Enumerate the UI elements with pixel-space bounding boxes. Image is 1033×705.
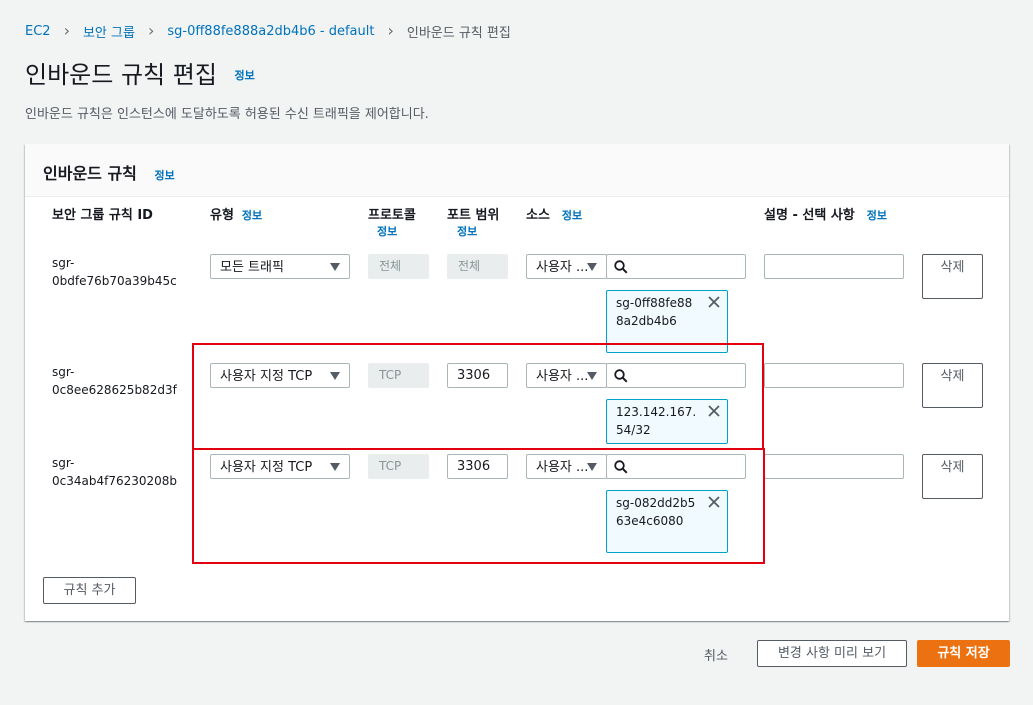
type-select-value: 모든 트래픽 [220, 260, 284, 275]
page-title: 인바운드 규칙 편집 [25, 61, 217, 89]
port-info-link[interactable]: 정보 [457, 223, 477, 239]
description-input[interactable] [764, 254, 904, 279]
panel-info-link[interactable]: 정보 [154, 169, 174, 182]
column-rule-id: 보안 그룹 규칙 ID [52, 208, 153, 223]
breadcrumb-ec2[interactable]: EC2 [25, 24, 51, 39]
breadcrumb-security-groups[interactable]: 보안 그룹 [83, 22, 135, 41]
rule-id: sgr-0c8ee628625b82d3f [52, 365, 177, 397]
panel-title: 인바운드 규칙 [43, 164, 137, 183]
column-description-label: 설명 - 선택 사항 [764, 208, 855, 223]
cancel-link[interactable]: 취소 [704, 645, 728, 664]
chevron-right-icon: › [387, 21, 394, 40]
column-port-range: 포트 범위 [447, 208, 500, 223]
port-range-field: 전체 [447, 254, 508, 279]
chevron-right-icon: › [63, 21, 70, 40]
breadcrumb-security-group[interactable]: sg-0ff88fe888a2db4b6 - default [167, 24, 374, 39]
chevron-right-icon: › [147, 21, 155, 40]
description-info-link[interactable]: 정보 [867, 209, 887, 222]
inbound-rules-panel: 인바운드 규칙 정보 보안 그룹 규칙 ID 유형 정보 프로토콜 정보 포트 범… [25, 144, 1009, 621]
description-input[interactable] [764, 363, 904, 388]
delete-rule-button[interactable]: 삭제 [922, 454, 983, 499]
panel-title-row: 인바운드 규칙 정보 [43, 160, 175, 184]
column-description: 설명 - 선택 사항 정보 [764, 204, 887, 223]
add-rule-button[interactable]: 규칙 추가 [43, 577, 136, 604]
save-rules-button[interactable]: 규칙 저장 [917, 640, 1010, 667]
type-info-link[interactable]: 정보 [242, 209, 262, 222]
source-search-input[interactable] [606, 254, 746, 279]
source-type-value: 사용자 ... [536, 260, 589, 275]
column-protocol: 프로토콜 [368, 208, 416, 223]
delete-rule-button[interactable]: 삭제 [922, 363, 983, 408]
protocol-info-link[interactable]: 정보 [377, 223, 397, 239]
page-description: 인바운드 규칙은 인스턴스에 도달하도록 허용된 수신 트래픽을 제어합니다. [25, 107, 429, 122]
page-info-link[interactable]: 정보 [235, 69, 255, 82]
source-info-link[interactable]: 정보 [562, 209, 582, 222]
highlight-box [192, 448, 765, 564]
delete-button-label: 삭제 [940, 260, 965, 275]
delete-button-label: 삭제 [940, 369, 965, 384]
search-icon [614, 260, 628, 274]
breadcrumb: EC2 › 보안 그룹 › sg-0ff88fe888a2db4b6 - def… [25, 21, 511, 41]
column-type: 유형 정보 [210, 204, 262, 223]
protocol-field: 전체 [368, 254, 429, 279]
breadcrumb-current: 인바운드 규칙 편집 [406, 25, 511, 41]
close-icon[interactable] [708, 296, 720, 308]
caret-down-icon [330, 263, 340, 271]
delete-button-label: 삭제 [940, 460, 965, 475]
rule-id: sgr-0bdfe76b70a39b45c [52, 256, 177, 288]
delete-rule-button[interactable]: 삭제 [922, 254, 983, 299]
page-title-row: 인바운드 규칙 편집 정보 [25, 58, 255, 93]
type-select[interactable]: 모든 트래픽 [210, 254, 350, 279]
column-type-label: 유형 [210, 208, 234, 223]
highlight-box [192, 343, 764, 450]
description-input[interactable] [764, 454, 904, 479]
panel-header: 인바운드 규칙 정보 [25, 144, 1009, 197]
column-source: 소스 정보 [526, 204, 582, 223]
column-source-label: 소스 [526, 208, 550, 223]
rule-id: sgr-0c34ab4f76230208b [52, 456, 178, 488]
source-type-select[interactable]: 사용자 ... [526, 254, 607, 279]
caret-down-icon [587, 263, 597, 271]
preview-changes-button[interactable]: 변경 사항 미리 보기 [757, 640, 907, 667]
source-token-label: sg-0ff88fe888a2db4b6 [616, 296, 693, 328]
